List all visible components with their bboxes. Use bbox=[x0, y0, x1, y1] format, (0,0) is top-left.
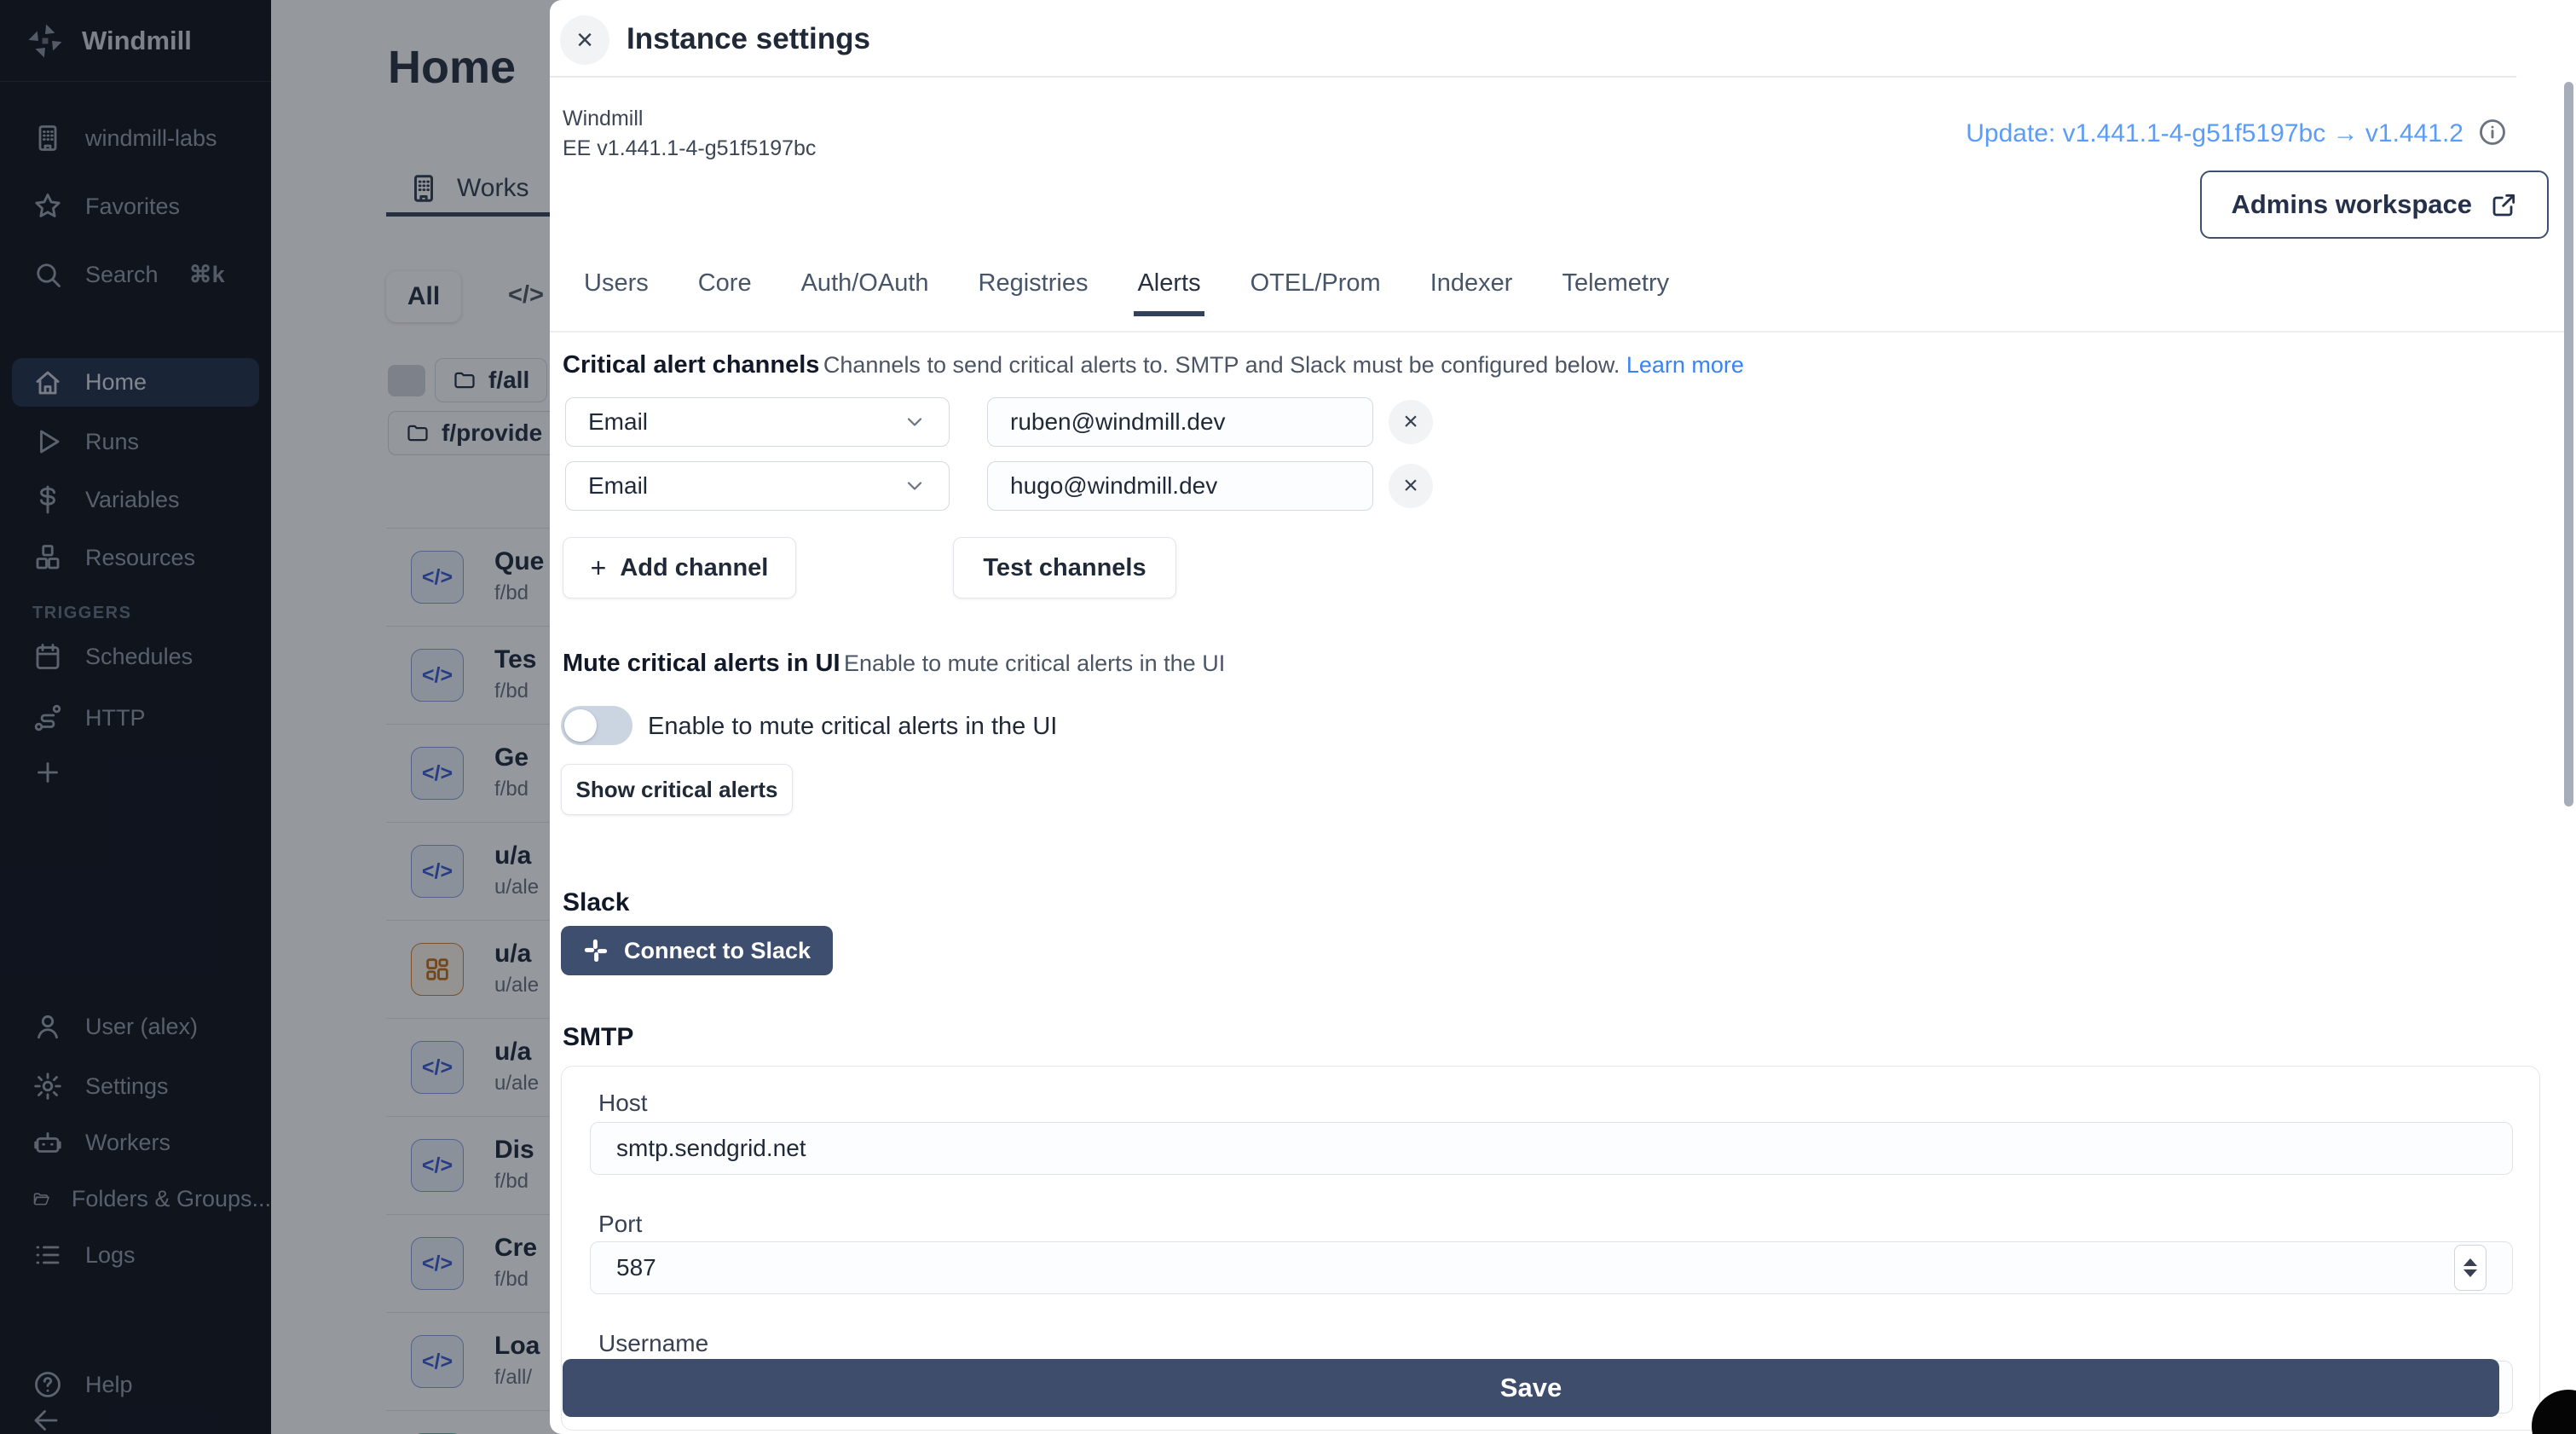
chevron-down-icon bbox=[907, 482, 922, 490]
host-input[interactable]: smtp.sendgrid.net bbox=[590, 1122, 2513, 1175]
mute-heading-row: Mute critical alerts in UI Enable to mut… bbox=[563, 650, 2438, 678]
channel-type-value: Email bbox=[588, 472, 649, 499]
tab-auth-oauth[interactable]: Auth/OAuth bbox=[801, 269, 929, 316]
chevron-down-icon bbox=[907, 418, 922, 426]
tab-users[interactable]: Users bbox=[584, 269, 649, 316]
plus-icon: + bbox=[590, 552, 607, 583]
test-channels-button[interactable]: Test channels bbox=[953, 537, 1176, 598]
drawer-scrollbar[interactable] bbox=[2564, 82, 2573, 807]
slack-icon bbox=[584, 939, 608, 963]
header-divider bbox=[550, 76, 2516, 78]
port-input[interactable]: 587 bbox=[590, 1241, 2513, 1294]
username-label: Username bbox=[598, 1330, 709, 1356]
remove-channel-button[interactable]: × bbox=[1389, 464, 1433, 508]
product-name: Windmill bbox=[563, 107, 644, 130]
slack-heading: Slack bbox=[563, 888, 630, 916]
instance-settings-drawer: × Instance settings Windmill EE v1.441.1… bbox=[550, 0, 2576, 1434]
stepper-down-icon[interactable] bbox=[2463, 1269, 2477, 1277]
channel-type-select[interactable]: Email bbox=[565, 397, 950, 447]
tab-indexer[interactable]: Indexer bbox=[1430, 269, 1513, 316]
section-heading: Critical alert channels bbox=[563, 351, 820, 379]
section-description: Channels to send critical alerts to. SMT… bbox=[823, 352, 1620, 378]
number-stepper[interactable] bbox=[2454, 1245, 2486, 1291]
tabs-divider bbox=[550, 331, 2566, 332]
toggle-label: Enable to mute critical alerts in the UI bbox=[648, 713, 1058, 740]
channel-email-input[interactable]: hugo@windmill.dev bbox=[987, 461, 1373, 511]
remove-channel-button[interactable]: × bbox=[1389, 400, 1433, 444]
external-link-icon bbox=[2492, 194, 2515, 217]
save-button[interactable]: Save bbox=[563, 1359, 2499, 1417]
x-icon: × bbox=[1403, 408, 1418, 436]
section-description: Enable to mute critical alerts in the UI bbox=[844, 651, 1226, 676]
smtp-heading: SMTP bbox=[563, 1023, 634, 1051]
channel-email-input[interactable]: ruben@windmill.dev bbox=[987, 397, 1373, 447]
info-icon[interactable] bbox=[2477, 117, 2508, 152]
section-heading: Mute critical alerts in UI bbox=[563, 650, 840, 677]
admins-workspace-button[interactable]: Admins workspace bbox=[2200, 171, 2549, 239]
toggle-knob bbox=[564, 709, 597, 742]
channel-type-select[interactable]: Email bbox=[565, 461, 950, 511]
port-label: Port bbox=[598, 1211, 643, 1237]
drawer-title: Instance settings bbox=[627, 22, 870, 55]
tab-otel-prom[interactable]: OTEL/Prom bbox=[1250, 269, 1381, 316]
mute-toggle[interactable] bbox=[561, 706, 632, 745]
close-button[interactable]: × bbox=[560, 15, 609, 65]
learn-more-link[interactable]: Learn more bbox=[1626, 352, 1744, 378]
host-label: Host bbox=[598, 1090, 648, 1116]
stepper-up-icon[interactable] bbox=[2463, 1258, 2477, 1266]
tab-core[interactable]: Core bbox=[698, 269, 752, 316]
critical-alerts-heading-row: Critical alert channels Channels to send… bbox=[563, 351, 2438, 379]
connect-to-slack-button[interactable]: Connect to Slack bbox=[561, 926, 834, 975]
close-icon: × bbox=[576, 23, 593, 56]
add-channel-button[interactable]: + Add channel bbox=[563, 537, 796, 598]
update-link[interactable]: Update: v1.441.1-4-g51f5197bc → v1.441.2 bbox=[1966, 119, 2463, 148]
tab-alerts[interactable]: Alerts bbox=[1134, 269, 1204, 316]
admins-workspace-label: Admins workspace bbox=[2231, 189, 2472, 219]
show-critical-alerts-button[interactable]: Show critical alerts bbox=[561, 764, 793, 815]
settings-tabs: Users Core Auth/OAuth Registries Alerts … bbox=[584, 269, 1669, 316]
tab-telemetry[interactable]: Telemetry bbox=[1562, 269, 1669, 316]
tab-registries[interactable]: Registries bbox=[979, 269, 1089, 316]
channel-type-value: Email bbox=[588, 408, 649, 435]
x-icon: × bbox=[1403, 471, 1418, 500]
screen: Windmill windmill-labs Favorites Search … bbox=[0, 0, 2576, 1434]
edition-version: EE v1.441.1-4-g51f5197bc bbox=[563, 136, 817, 160]
